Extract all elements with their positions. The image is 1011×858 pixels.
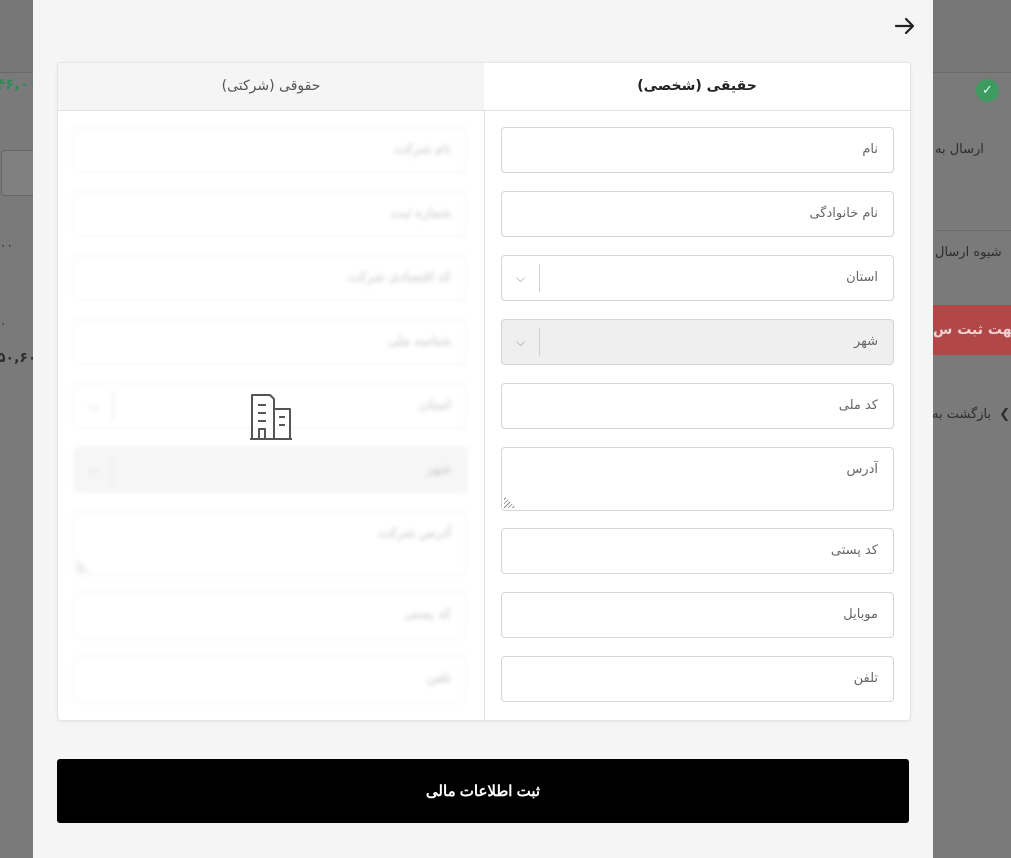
- legal-postal-code-field: کد پستی: [74, 592, 467, 638]
- form-tabs: حقوقی (شرکتی) حقیقی (شخصی): [58, 63, 910, 111]
- legal-city-label: شهر: [426, 462, 451, 477]
- tab-legal[interactable]: حقوقی (شرکتی): [58, 63, 485, 110]
- column-divider: [484, 110, 485, 720]
- resize-handle-icon[interactable]: [504, 496, 516, 508]
- building-icon: [246, 391, 296, 441]
- background-divider: [935, 230, 1011, 231]
- economic-code-field: کد اقتصادی شرکت: [74, 255, 467, 301]
- postal-code-field[interactable]: کد پستی: [501, 528, 894, 574]
- mobile-field[interactable]: موبایل: [501, 592, 894, 638]
- last-name-field[interactable]: نام خانوادگی: [501, 191, 894, 237]
- registration-number-field: شماره ثبت: [74, 191, 467, 237]
- building-icon-svg: [250, 394, 292, 440]
- address-label: آدرس: [846, 462, 878, 477]
- background-back-link: بازگشت به ❮: [932, 407, 1010, 422]
- financial-info-modal: حقوقی (شرکتی) حقیقی (شخصی) نام نام خانوا…: [33, 0, 933, 858]
- company-address-textarea: آدرس شرکت: [74, 511, 467, 575]
- address-textarea[interactable]: آدرس: [501, 447, 894, 511]
- legal-city-select: شهر ⌵: [74, 447, 467, 493]
- background-send-to: ارسال به: [935, 142, 984, 157]
- check-icon: ✓: [976, 79, 999, 102]
- arrow-right-icon[interactable]: [894, 15, 916, 37]
- background-send-method: شیوه ارسال: [935, 245, 1002, 260]
- phone-field[interactable]: تلفن: [501, 656, 894, 702]
- company-name-field: نام شرکت: [74, 127, 467, 173]
- chevron-down-icon: ⌵: [502, 328, 540, 356]
- background-text: ۰۰: [0, 238, 13, 252]
- chevron-left-icon: ❮: [999, 407, 1011, 422]
- province-select[interactable]: استان ⌵: [501, 255, 894, 301]
- province-select-label: استان: [846, 270, 878, 285]
- arrow-right-icon-svg: [894, 17, 915, 35]
- chevron-down-icon: ⌵: [75, 392, 113, 420]
- company-address-label: آدرس شرکت: [378, 526, 451, 541]
- background-total: ۵۰,۶۰: [0, 350, 37, 366]
- resize-handle-icon: [77, 560, 89, 572]
- first-name-field[interactable]: نام: [501, 127, 894, 173]
- company-national-id-field: شناسه ملی: [74, 319, 467, 365]
- tab-personal[interactable]: حقیقی (شخصی): [484, 63, 910, 110]
- submit-financial-info-button[interactable]: ثبت اطلاعات مالی: [57, 759, 909, 823]
- city-select-label: شهر: [853, 334, 878, 349]
- chevron-down-icon: ⌵: [75, 456, 113, 484]
- city-select[interactable]: شهر ⌵: [501, 319, 894, 365]
- background-register-button: جهت ثبت س: [933, 305, 1011, 355]
- national-code-field[interactable]: کد ملی: [501, 383, 894, 429]
- chevron-down-icon: ⌵: [502, 264, 540, 292]
- background-text: ۰: [0, 316, 7, 330]
- form-card: حقوقی (شرکتی) حقیقی (شخصی) نام نام خانوا…: [57, 62, 911, 721]
- legal-phone-field: تلفن: [74, 656, 467, 702]
- legal-province-label: استان: [419, 398, 451, 413]
- back-link-label: بازگشت به: [932, 407, 992, 422]
